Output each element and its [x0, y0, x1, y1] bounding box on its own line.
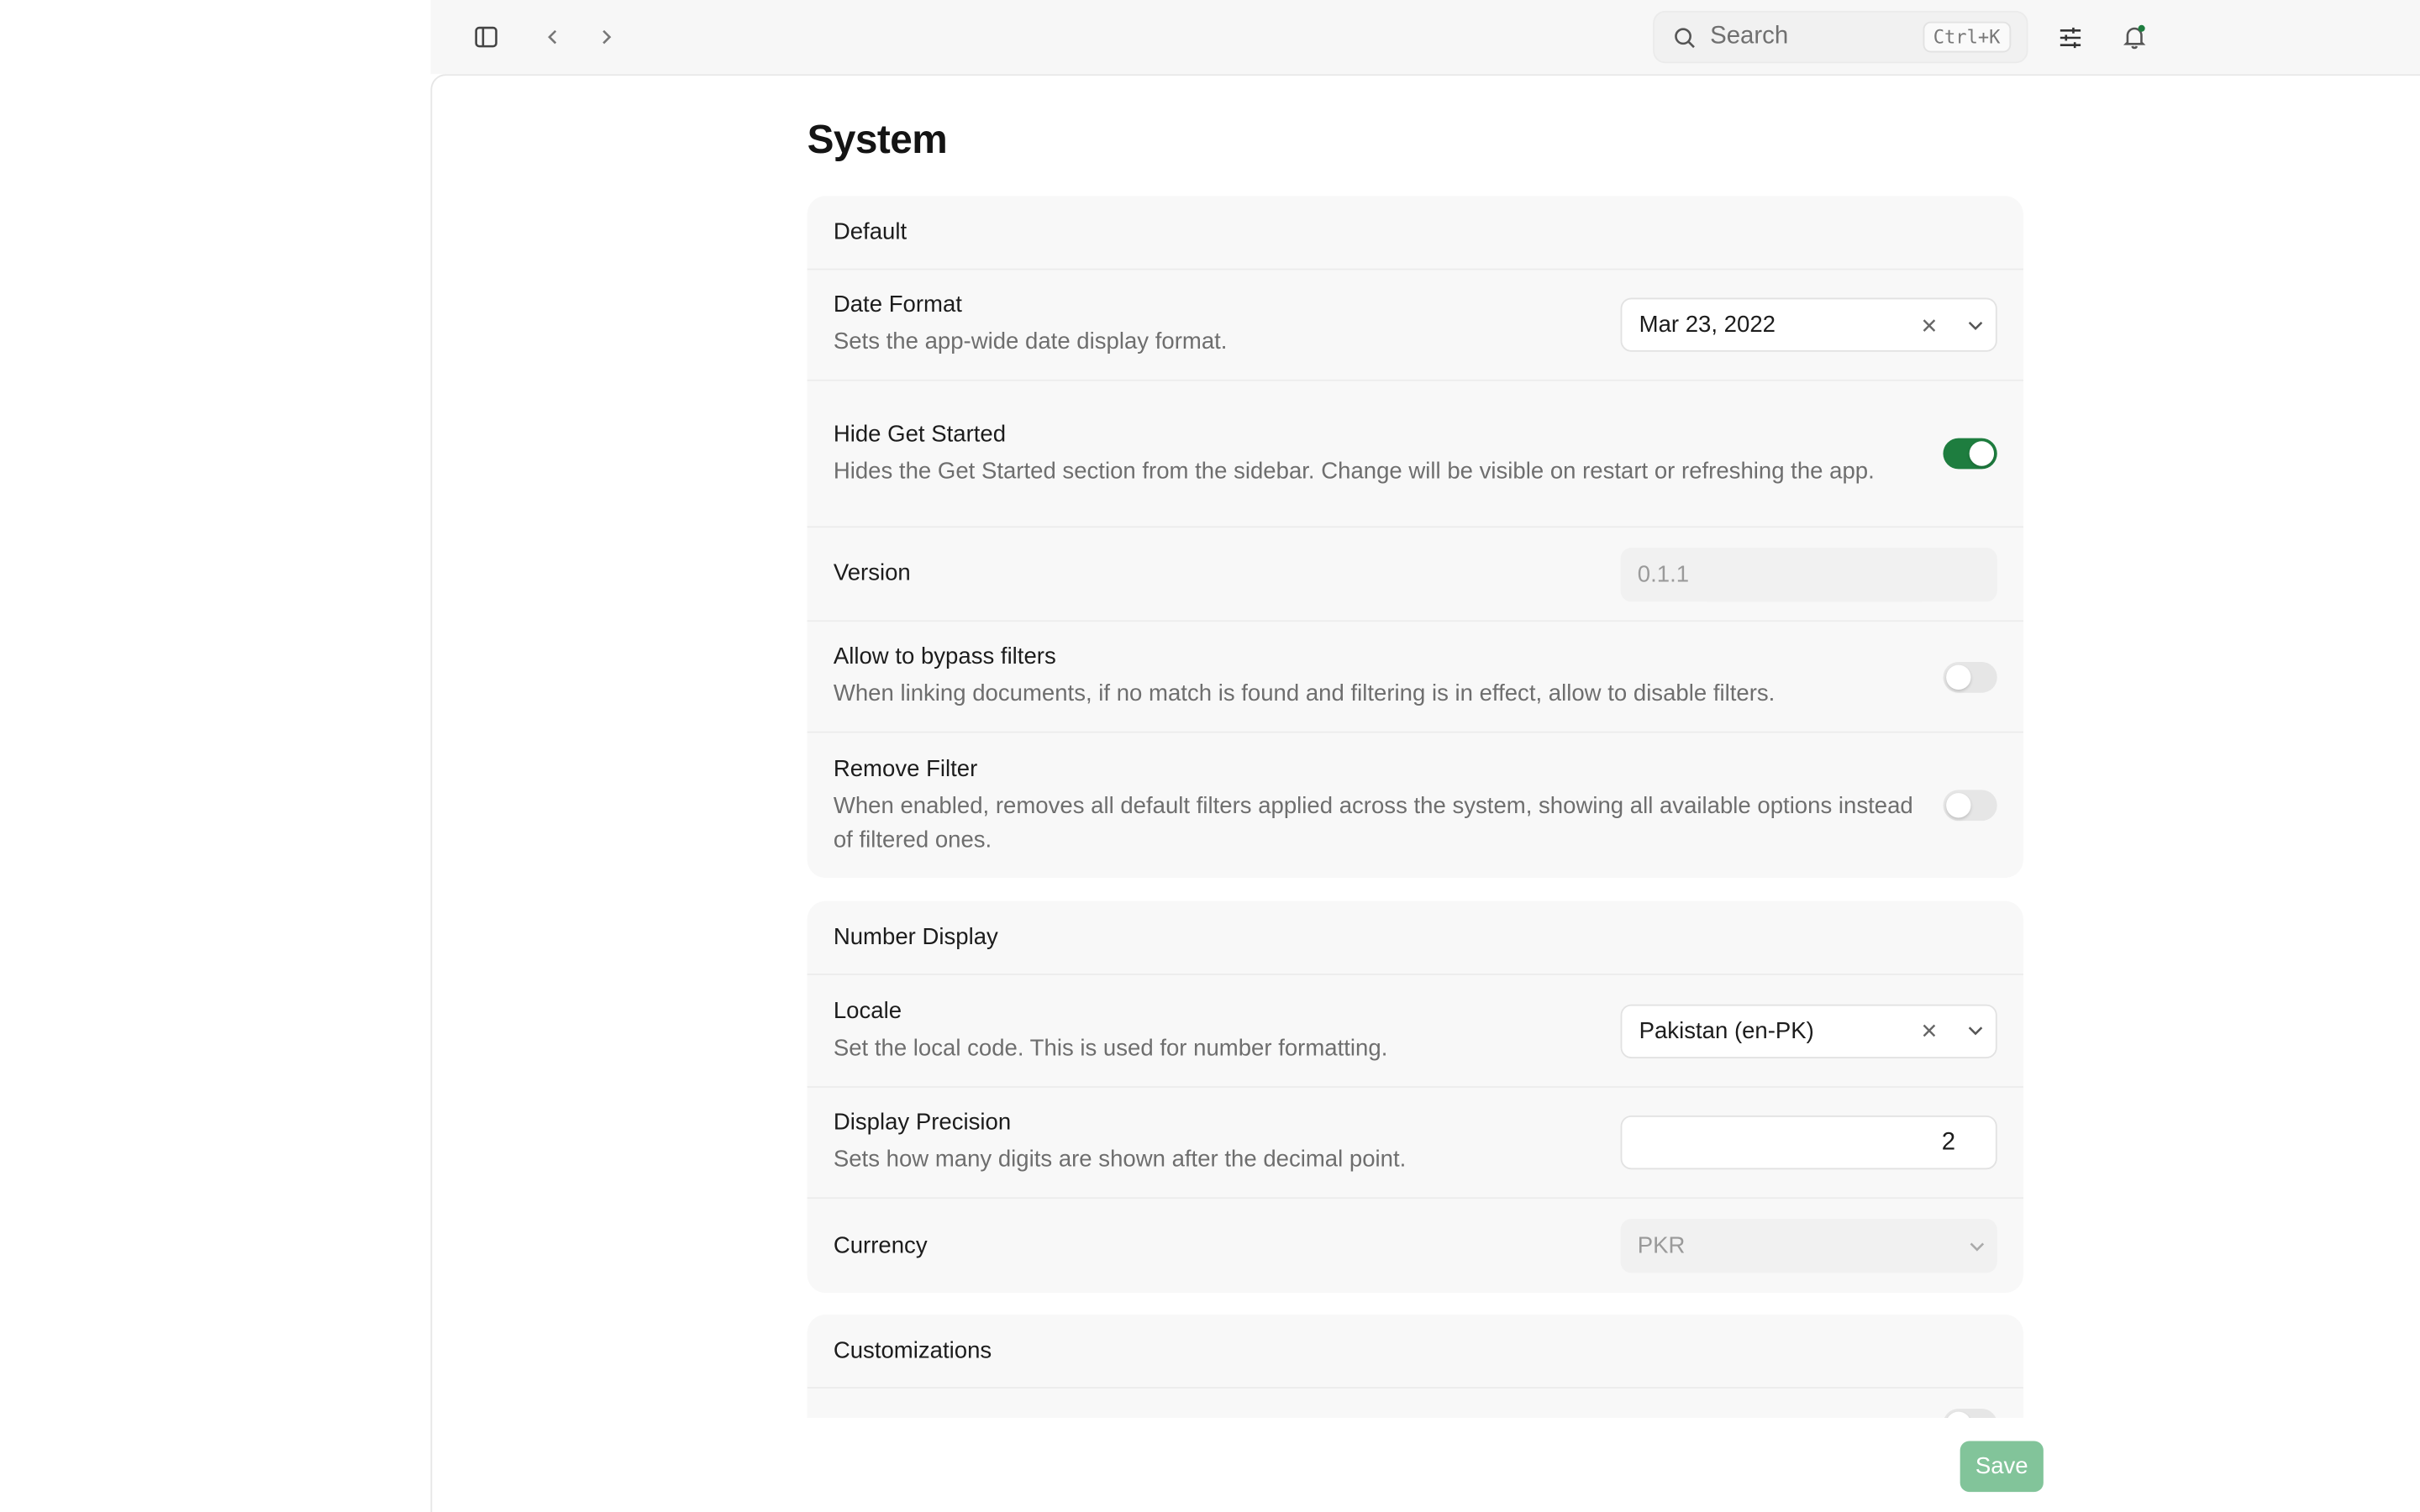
chevron-left-icon[interactable] [531, 15, 574, 58]
locale-select[interactable]: Pakistan (en-PK) [1620, 1003, 1997, 1058]
section-number-display: Number Display Locale Set the local code… [807, 900, 2023, 1294]
setting-hide-get-started: Hide Get Started Hides the Get Started s… [807, 381, 2023, 528]
setting-locale: Locale Set the local code. This is used … [807, 975, 2023, 1088]
sidebar-toggle-icon[interactable] [465, 15, 508, 58]
date-format-select[interactable]: Mar 23, 2022 [1620, 297, 1997, 352]
page-title: System [807, 115, 948, 162]
setting-label: Allow to bypass filters [833, 643, 1056, 670]
date-format-value: Mar 23, 2022 [1639, 312, 1776, 339]
setting-label: Version [833, 559, 911, 586]
setting-version: Version 0.1.1 [807, 528, 2023, 622]
setting-description: Sets the app-wide date display format. [833, 328, 1228, 355]
locale-value: Pakistan (en-PK) [1639, 1017, 1814, 1044]
main-content: System Default Date Format Sets the app-… [430, 74, 2420, 1512]
setting-description: Hides the Get Started section from the s… [833, 457, 1875, 484]
chevron-down-icon [1966, 1235, 1988, 1257]
currency-value: PKR [1637, 1232, 1686, 1259]
chevron-right-icon[interactable] [585, 15, 628, 58]
display-precision-input[interactable]: 2 [1620, 1115, 1997, 1170]
setting-allow-bypass-filters: Allow to bypass filters When linking doc… [807, 622, 2023, 733]
setting-label: Currency [833, 1231, 928, 1258]
section-customizations: Customizations [807, 1314, 2023, 1418]
sliders-icon[interactable] [2048, 15, 2091, 58]
app-window: Search Ctrl+K System Default Date Format… [0, 0, 2420, 1512]
chevron-down-icon[interactable] [1965, 1020, 1986, 1042]
setting-date-format: Date Format Sets the app-wide date displ… [807, 270, 2023, 381]
remove-filter-toggle[interactable] [1943, 790, 1997, 822]
currency-select: PKR [1620, 1219, 1997, 1273]
search-shortcut: Ctrl+K [1922, 21, 2012, 53]
bell-icon[interactable] [2112, 15, 2155, 58]
clear-icon[interactable] [1918, 1020, 1940, 1042]
setting-label: Hide Get Started [833, 420, 1007, 447]
top-bar: Search Ctrl+K [430, 0, 2420, 75]
customization-toggle[interactable] [1943, 1408, 1997, 1418]
setting-description: When enabled, removes all default filter… [833, 792, 1913, 853]
chevron-down-icon[interactable] [1965, 314, 1986, 336]
setting-description: When linking documents, if no match is f… [833, 680, 1776, 707]
setting-label: Locale [833, 997, 902, 1024]
version-field: 0.1.1 [1620, 547, 1997, 601]
version-value: 0.1.1 [1637, 560, 1690, 587]
setting-description: Sets how many digits are shown after the… [833, 1146, 1407, 1173]
setting-currency: Currency PKR [808, 1199, 2023, 1293]
section-default: Default Date Format Sets the app-wide da… [807, 196, 2023, 879]
setting-label: Display Precision [833, 1109, 1012, 1136]
search-input[interactable]: Search Ctrl+K [1653, 10, 2028, 64]
section-title: Customizations [807, 1315, 2023, 1389]
section-title: Number Display [807, 901, 2023, 975]
section-title: Default [807, 196, 2023, 270]
allow-bypass-filters-toggle[interactable] [1943, 661, 1997, 692]
setting-description: Set the local code. This is used for num… [833, 1034, 1388, 1061]
setting-remove-filter: Remove Filter When enabled, removes all … [808, 732, 2023, 878]
search-placeholder: Search [1710, 23, 1789, 50]
setting-label: Date Format [833, 291, 962, 318]
clear-icon[interactable] [1918, 314, 1940, 336]
setting-label: Remove Filter [833, 755, 978, 782]
setting-display-precision: Display Precision Sets how many digits a… [807, 1088, 2023, 1200]
sidebar-area [0, 0, 431, 1512]
hide-get-started-toggle[interactable] [1943, 438, 1997, 470]
search-icon [1670, 24, 1697, 51]
save-button[interactable]: Save [1960, 1441, 2044, 1493]
